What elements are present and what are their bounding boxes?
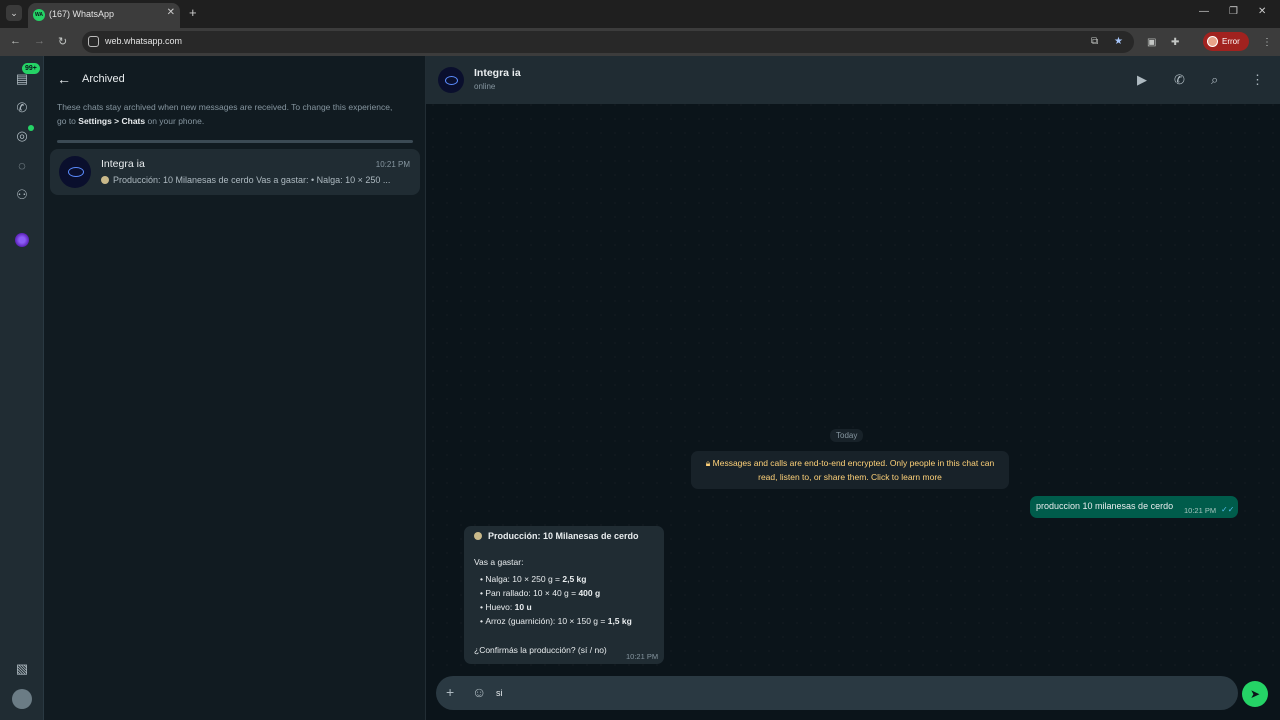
contact-avatar[interactable] <box>438 67 464 93</box>
message-intro: Vas a gastar: <box>474 557 524 567</box>
channels-icon[interactable]: ◌ <box>14 158 30 174</box>
message-text: produccion 10 milanesas de cerdo <box>1036 501 1174 511</box>
status-new-dot <box>28 125 34 131</box>
chats-unread-badge: 99+ <box>22 63 40 74</box>
list-item: • Arroz (guarnición): 10 × 150 g = 1,5 k… <box>480 616 632 626</box>
profile-label: Error <box>1222 37 1240 46</box>
bookmark-star-icon[interactable]: ★ <box>1114 36 1123 47</box>
address-bar[interactable]: web.whatsapp.com ⧉ ★ <box>82 31 1134 53</box>
conversation-header[interactable]: Integra ia online ▶ ✆ ⌕ ⋮ <box>426 56 1280 104</box>
profile-avatar[interactable] <box>12 689 32 709</box>
url-text: web.whatsapp.com <box>105 36 183 46</box>
incoming-message[interactable]: Producción: 10 Milanesas de cerdo Vas a … <box>464 526 664 664</box>
emoji-icon[interactable]: ☺ <box>472 684 486 700</box>
communities-icon[interactable]: ⚇ <box>14 187 30 203</box>
whatsapp-favicon-icon: WA <box>33 9 45 21</box>
attach-plus-icon[interactable]: + <box>446 684 454 700</box>
back-arrow-icon[interactable]: ← <box>57 71 71 87</box>
conversation-pane: Integra ia online ▶ ✆ ⌕ ⋮ Today 🔒︎ Messa… <box>426 56 1280 720</box>
browser-toolbar: ← → ↻ web.whatsapp.com ⧉ ★ ▣ ✚ Error ⋮ <box>0 28 1280 56</box>
food-emoji-icon <box>474 532 482 540</box>
search-icon[interactable]: ⌕ <box>1211 72 1218 88</box>
outgoing-message[interactable]: produccion 10 milanesas de cerdo 10:21 P… <box>1030 496 1238 518</box>
site-info-icon[interactable] <box>88 36 99 47</box>
send-icon: ➤ <box>1249 687 1261 701</box>
profile-avatar <box>1207 36 1218 47</box>
message-time: 10:21 PM <box>626 652 659 661</box>
nav-rail: ▤ 99+ ✆ ◎ ◌ ⚇ ▧ <box>0 56 44 720</box>
list-item: • Pan rallado: 10 × 40 g = 400 g <box>480 588 601 598</box>
back-arrow-icon[interactable]: ← <box>10 35 21 47</box>
tab-search-chevron-icon[interactable]: ⌄ <box>6 5 22 21</box>
lock-icon: 🔒︎ <box>705 458 713 468</box>
maximize-icon[interactable]: ❐ <box>1229 6 1238 17</box>
archived-panel: ← Archived These chats stay archived whe… <box>44 56 426 720</box>
archived-info-text: These chats stay archived when new messa… <box>57 102 393 126</box>
status-icon[interactable]: ◎ <box>14 128 30 144</box>
encryption-notice[interactable]: 🔒︎ Messages and calls are end-to-end enc… <box>691 451 1009 489</box>
settings-chats-link[interactable]: Settings > Chats <box>78 116 145 126</box>
window-close-icon[interactable]: ✕ <box>1258 6 1266 17</box>
extensions-puzzle-icon[interactable]: ✚ <box>1171 37 1179 48</box>
meta-ai-icon[interactable] <box>15 233 29 247</box>
message-title: Producción: 10 Milanesas de cerdo <box>474 531 639 541</box>
forward-arrow-icon[interactable]: → <box>34 35 45 47</box>
chat-time: 10:21 PM <box>375 160 410 169</box>
install-app-icon[interactable]: ⧉ <box>1091 36 1098 47</box>
date-divider: Today <box>830 429 864 442</box>
chat-preview: Producción: 10 Milanesas de cerdo Vas a … <box>101 175 401 185</box>
panel-title: Archived <box>82 73 125 85</box>
divider <box>57 140 413 143</box>
chat-name: Integra ia <box>101 158 145 170</box>
new-tab-plus-icon[interactable]: + <box>189 5 197 20</box>
minimize-icon[interactable]: — <box>1199 6 1209 17</box>
calls-icon[interactable]: ✆ <box>14 100 30 116</box>
profile-error-button[interactable]: Error <box>1203 32 1249 51</box>
browser-menu-icon[interactable]: ⋮ <box>1262 37 1272 48</box>
message-composer: + ☺ si ➤ <box>426 672 1280 720</box>
browser-tab-whatsapp[interactable]: WA (167) WhatsApp ✕ <box>28 3 180 28</box>
reload-icon[interactable]: ↻ <box>58 35 67 48</box>
browser-tab-bar: ⌄ WA (167) WhatsApp ✕ + — ❐ ✕ <box>0 0 1280 28</box>
voice-call-icon[interactable]: ✆ <box>1174 72 1185 88</box>
video-call-icon[interactable]: ▶ <box>1137 72 1147 88</box>
tab-close-icon[interactable]: ✕ <box>167 7 175 18</box>
menu-icon[interactable]: ⋮ <box>1251 72 1264 88</box>
tab-title: (167) WhatsApp <box>49 9 115 19</box>
send-button[interactable]: ➤ <box>1242 681 1268 707</box>
composer-box: + ☺ si <box>436 676 1238 710</box>
list-item: • Huevo: 10 u <box>480 602 532 612</box>
extension-icon[interactable]: ▣ <box>1147 37 1156 48</box>
message-input[interactable]: si <box>496 688 503 698</box>
contact-status: online <box>474 82 496 91</box>
message-question: ¿Confirmás la producción? (sí / no) <box>474 645 607 655</box>
chat-list-item[interactable]: Integra ia 10:21 PM Producción: 10 Milan… <box>50 149 420 195</box>
media-gallery-icon[interactable]: ▧ <box>14 661 30 677</box>
list-item: • Nalga: 10 × 250 g = 2,5 kg <box>480 574 587 584</box>
chat-avatar <box>59 156 91 188</box>
message-time: 10:21 PM <box>1184 506 1217 515</box>
contact-name: Integra ia <box>474 67 521 79</box>
read-ticks-icon: ✓✓ <box>1221 505 1235 514</box>
food-emoji-icon <box>101 176 109 184</box>
